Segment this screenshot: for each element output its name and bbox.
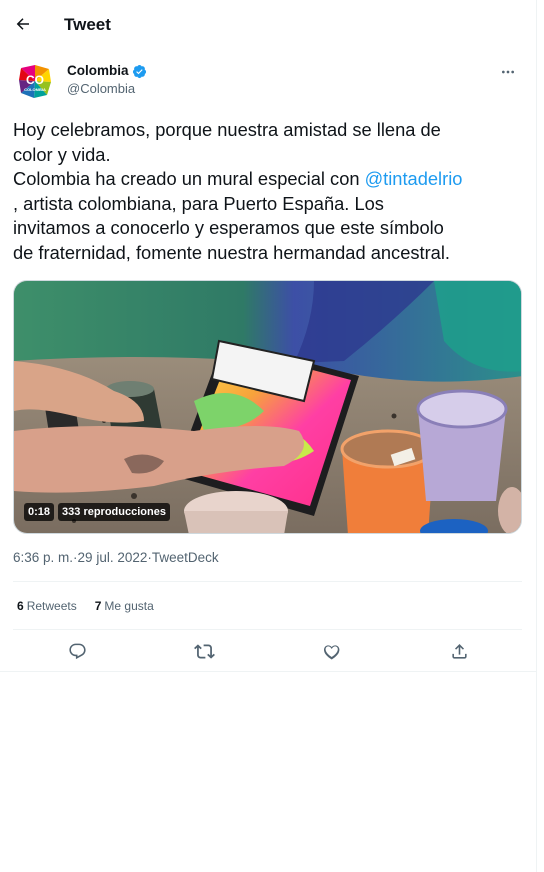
tweet-line: invitamos a conocerlo y esperamos que es… [13, 217, 444, 238]
share-icon [451, 643, 467, 659]
tweet-timestamp: 6:36 p. m. · 29 jul. 2022 · TweetDeck [13, 549, 219, 567]
tweet-date[interactable]: 29 jul. 2022 [78, 549, 148, 567]
tweet-line: Hoy celebramos, porque nuestra amistad s… [13, 119, 441, 140]
share-button[interactable] [446, 638, 472, 664]
mention-link[interactable]: @tintadelrio [365, 168, 463, 189]
tweet-line: de fraternidad, fomente nuestra hermanda… [13, 241, 450, 263]
like-icon [323, 644, 339, 660]
video-thumbnail [14, 281, 521, 533]
reply-icon [68, 643, 86, 659]
tweet-source[interactable]: TweetDeck [152, 549, 219, 567]
retweet-icon [193, 643, 215, 659]
video-duration: 0:18 [24, 503, 55, 521]
like-button[interactable] [318, 638, 344, 664]
tweet-line: color y vida. [13, 143, 111, 165]
tweet-author: CO COLOMBIA Colombia @Colombia [16, 62, 526, 102]
tweet-page: Tweet CO COLOMBIA Colombia @Colombia Hoy… [0, 0, 537, 872]
more-horizontal-icon [502, 70, 514, 74]
avatar[interactable]: CO COLOMBIA [16, 62, 54, 100]
more-button[interactable] [498, 62, 518, 82]
page-title: Tweet [64, 15, 111, 34]
svg-text:COLOMBIA: COLOMBIA [24, 87, 46, 92]
tweet-stats: 6 Retweets 7 Me gusta [17, 598, 154, 614]
retweet-button[interactable] [191, 638, 217, 664]
tweet-time[interactable]: 6:36 p. m. [13, 549, 73, 567]
author-name[interactable]: Colombia [67, 62, 147, 80]
colombia-logo-icon: CO COLOMBIA [16, 62, 54, 100]
retweets-stat[interactable]: 6 Retweets [17, 598, 77, 614]
arrow-left-icon [16, 18, 29, 30]
author-handle[interactable]: @Colombia [67, 81, 135, 97]
tweet-text: Hoy celebramos, porque nuestra amistad s… [13, 118, 528, 265]
likes-stat[interactable]: 7 Me gusta [95, 598, 154, 614]
reply-button[interactable] [64, 638, 90, 664]
verified-badge-icon [132, 64, 146, 78]
tweet-actions [13, 638, 522, 664]
tweet-line: , artista colombiana, para Puerto España… [13, 192, 384, 214]
video-badges: 0:18 333 reproducciones [24, 503, 170, 521]
back-button[interactable] [10, 11, 36, 37]
video-views: 333 reproducciones [58, 503, 170, 521]
divider [13, 581, 522, 582]
tweet-line: Colombia ha creado un mural especial con… [13, 168, 463, 189]
divider [0, 671, 537, 672]
svg-text:CO: CO [26, 73, 44, 87]
divider [13, 629, 522, 630]
top-bar: Tweet [0, 0, 537, 50]
video-player[interactable]: 0:18 333 reproducciones [13, 280, 522, 534]
